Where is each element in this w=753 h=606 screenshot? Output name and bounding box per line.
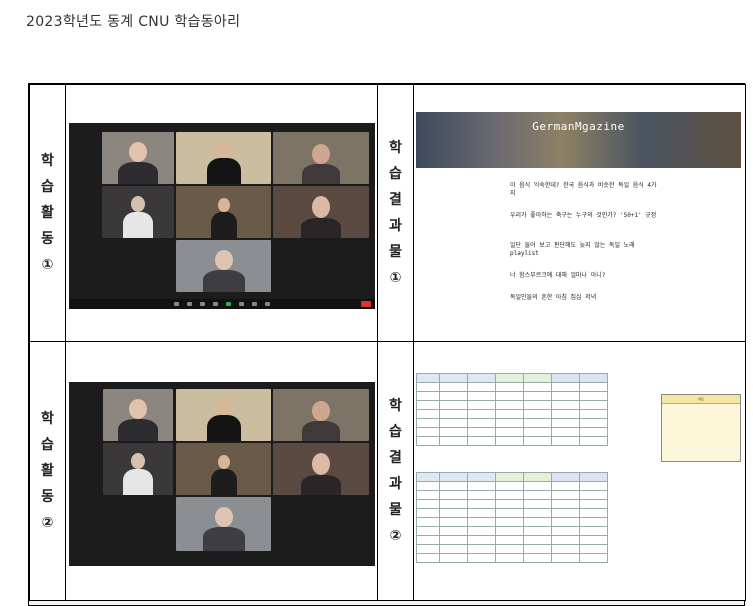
zoom-toolbar xyxy=(69,299,375,309)
result-label-char: ② xyxy=(389,528,402,544)
reactions-icon[interactable] xyxy=(252,302,257,306)
result-label-char: 습 xyxy=(389,424,402,440)
activity-photo-cell-1 xyxy=(65,84,378,342)
activity-label-char: 활 xyxy=(41,463,54,479)
video-tile xyxy=(176,186,271,238)
schedule-grid-upper xyxy=(416,373,608,446)
more-icon[interactable] xyxy=(265,302,270,306)
video-tile xyxy=(176,497,271,551)
activity-label-char: 습 xyxy=(41,179,54,195)
next-row-edge xyxy=(29,600,744,605)
blog-post[interactable]: 독일인들의 흔한 아침 집십 저녁 xyxy=(510,294,660,302)
video-tile xyxy=(273,389,369,441)
video-tile xyxy=(103,443,173,495)
video-tile xyxy=(176,389,271,441)
video-tile xyxy=(176,132,271,184)
blog-banner: GermanMgazine xyxy=(416,112,741,168)
zoom-screenshot-1 xyxy=(69,123,375,309)
blog-post[interactable]: 우리가 좋아하는 축구는 누구의 것인가? '50+1' 규정 xyxy=(510,212,660,224)
activity-photo-cell-2 xyxy=(65,341,378,601)
notes-header: 메모 xyxy=(662,395,740,404)
activity-label-char: ② xyxy=(41,515,54,531)
activity-label-2: 학 습 활 동 ② xyxy=(29,341,66,601)
result-label-char: 과 xyxy=(389,218,402,234)
participants-icon[interactable] xyxy=(200,302,205,306)
page-title: 2023학년도 동계 CNU 학습동아리 xyxy=(26,14,241,30)
result-label-char: 결 xyxy=(389,192,402,208)
video-tile xyxy=(103,389,173,441)
activity-label-char: ① xyxy=(41,257,54,273)
blog-post-title[interactable]: 너 함스부르크에 대해 얼마나 아니? xyxy=(510,272,660,280)
result-label-char: 학 xyxy=(389,398,402,414)
video-tile xyxy=(102,132,174,184)
spreadsheet-screenshot: 메모 xyxy=(416,370,742,576)
result-label-char: 물 xyxy=(389,244,402,260)
end-meeting-button[interactable] xyxy=(361,301,371,307)
blog-post-title[interactable]: 이 음식 익숙한데? 한국 음식과 비슷한 독일 음식 4가지 xyxy=(510,182,660,198)
blog-post-title[interactable]: 일단 들어 보고 판단해도 늦지 않는 독일 노래 playlist xyxy=(510,242,660,258)
result-label-char: 습 xyxy=(389,166,402,182)
video-icon[interactable] xyxy=(187,302,192,306)
result-image-cell-2: 메모 xyxy=(413,341,746,601)
blog-post-title[interactable]: 우리가 좋아하는 축구는 누구의 것인가? '50+1' 규정 xyxy=(510,212,660,220)
blog-post[interactable]: 이 음식 익숙한데? 한국 음식과 비슷한 독일 음식 4가지 xyxy=(510,182,660,202)
chat-icon[interactable] xyxy=(213,302,218,306)
mic-icon[interactable] xyxy=(174,302,179,306)
result-label-char: ① xyxy=(389,270,402,286)
result-label-2: 학 습 결 과 물 ② xyxy=(377,341,414,601)
report-table: 학 습 활 동 ① 학 습 결 과 물 ① GermanMgazine 이 음식… xyxy=(28,83,746,606)
activity-label-char: 활 xyxy=(41,205,54,221)
video-tile xyxy=(176,443,271,495)
blog-screenshot: GermanMgazine 이 음식 익숙한데? 한국 음식과 비슷한 독일 음… xyxy=(416,112,741,317)
video-tile xyxy=(273,443,369,495)
video-tile xyxy=(176,240,271,292)
blog-post-title[interactable]: 독일인들의 흔한 아침 집십 저녁 xyxy=(510,294,660,302)
result-label-char: 물 xyxy=(389,502,402,518)
share-screen-icon[interactable] xyxy=(226,302,231,306)
video-tile xyxy=(273,132,369,184)
blog-post[interactable]: 너 함스부르크에 대해 얼마나 아니? xyxy=(510,272,660,284)
zoom-screenshot-2 xyxy=(69,382,375,566)
result-image-cell-1: GermanMgazine 이 음식 익숙한데? 한국 음식과 비슷한 독일 음… xyxy=(413,84,746,342)
video-tile xyxy=(273,186,369,238)
blog-title: GermanMgazine xyxy=(532,120,625,133)
activity-label-char: 학 xyxy=(41,411,54,427)
activity-label-char: 동 xyxy=(41,231,54,247)
result-label-1: 학 습 결 과 물 ① xyxy=(377,84,414,342)
activity-label-char: 습 xyxy=(41,437,54,453)
video-tile xyxy=(102,186,174,238)
result-label-char: 학 xyxy=(389,140,402,156)
notes-box: 메모 xyxy=(661,394,741,462)
schedule-grid-lower xyxy=(416,472,608,563)
activity-label-char: 학 xyxy=(41,153,54,169)
blog-post[interactable]: 일단 들어 보고 판단해도 늦지 않는 독일 노래 playlist xyxy=(510,242,660,262)
result-label-char: 과 xyxy=(389,476,402,492)
activity-label-char: 동 xyxy=(41,489,54,505)
record-icon[interactable] xyxy=(239,302,244,306)
activity-label-1: 학 습 활 동 ① xyxy=(29,84,66,342)
result-label-char: 결 xyxy=(389,450,402,466)
